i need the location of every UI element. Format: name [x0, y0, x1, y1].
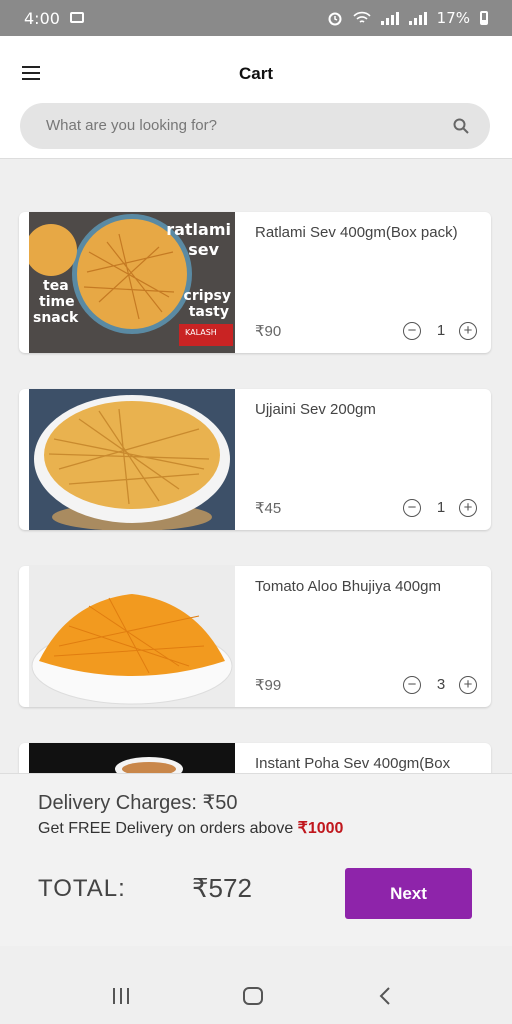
product-price: ₹99 — [255, 677, 282, 694]
signal-icon-2 — [408, 11, 427, 25]
cart-item: Tomato Aloo Bhujiya 400gm ₹99 − 3 + — [19, 566, 491, 707]
quantity-value: 1 — [436, 499, 446, 516]
wifi-icon — [353, 11, 371, 23]
image-text-time: time — [39, 294, 75, 310]
free-delivery-text: Get FREE Delivery on orders above — [38, 820, 298, 837]
battery-percent: 17% — [436, 9, 470, 27]
brand-logo: KALASH — [185, 328, 217, 337]
product-name[interactable]: Ratlami Sev 400gm(Box pack) — [255, 224, 458, 241]
product-price: ₹90 — [255, 323, 282, 340]
image-text-snack: snack — [33, 310, 79, 326]
system-nav-bar — [0, 960, 512, 1024]
search-bar[interactable]: What are you looking for? — [20, 103, 490, 149]
image-text-ratlami: ratlami — [166, 220, 231, 239]
increase-quantity-button[interactable]: + — [459, 499, 477, 517]
back-icon[interactable] — [378, 986, 392, 1006]
delivery-charges: Delivery Charges: ₹50 — [38, 792, 238, 814]
cart-item: Ujjaini Sev 200gm ₹45 − 1 + — [19, 389, 491, 530]
next-button[interactable]: Next — [345, 868, 472, 919]
decrease-quantity-button[interactable]: − — [403, 499, 421, 517]
total-label: TOTAL: — [38, 875, 126, 902]
product-image: ratlami sev tea time snack cripsy tasty … — [29, 212, 235, 353]
decrease-quantity-button[interactable]: − — [403, 676, 421, 694]
product-name[interactable]: Tomato Aloo Bhujiya 400gm — [255, 578, 441, 595]
status-bar: 4:00 17% — [0, 0, 512, 36]
increase-quantity-button[interactable]: + — [459, 322, 477, 340]
status-indicators: 17% — [327, 9, 488, 27]
status-time: 4:00 — [24, 9, 60, 28]
decrease-quantity-button[interactable]: − — [403, 322, 421, 340]
free-delivery-amount: ₹1000 — [297, 820, 344, 837]
search-icon[interactable] — [452, 117, 470, 135]
page-title: Cart — [238, 64, 273, 83]
battery-icon — [480, 11, 488, 25]
alarm-icon — [328, 12, 342, 26]
increase-quantity-button[interactable]: + — [459, 676, 477, 694]
quantity-value: 3 — [436, 676, 446, 693]
total-value: ₹572 — [192, 873, 252, 903]
product-image — [29, 389, 235, 530]
recents-icon[interactable] — [113, 988, 131, 1004]
product-image — [29, 566, 235, 707]
search-placeholder[interactable]: What are you looking for? — [46, 117, 217, 134]
home-icon[interactable] — [243, 987, 263, 1005]
product-name[interactable]: Ujjaini Sev 200gm — [255, 401, 376, 418]
image-text-cripsy: cripsy — [183, 288, 231, 304]
image-text-tea: tea — [43, 278, 69, 294]
product-name[interactable]: Instant Poha Sev 400gm(Box — [255, 755, 450, 772]
gallery-icon — [70, 12, 84, 23]
quantity-value: 1 — [436, 322, 446, 339]
free-delivery-note: Get FREE Delivery on orders above ₹1000 — [38, 818, 343, 838]
product-price: ₹45 — [255, 500, 282, 517]
cart-item: ratlami sev tea time snack cripsy tasty … — [19, 212, 491, 353]
image-text-sev: sev — [188, 240, 219, 259]
image-text-tasty: tasty — [188, 304, 229, 320]
signal-icon — [380, 11, 399, 25]
